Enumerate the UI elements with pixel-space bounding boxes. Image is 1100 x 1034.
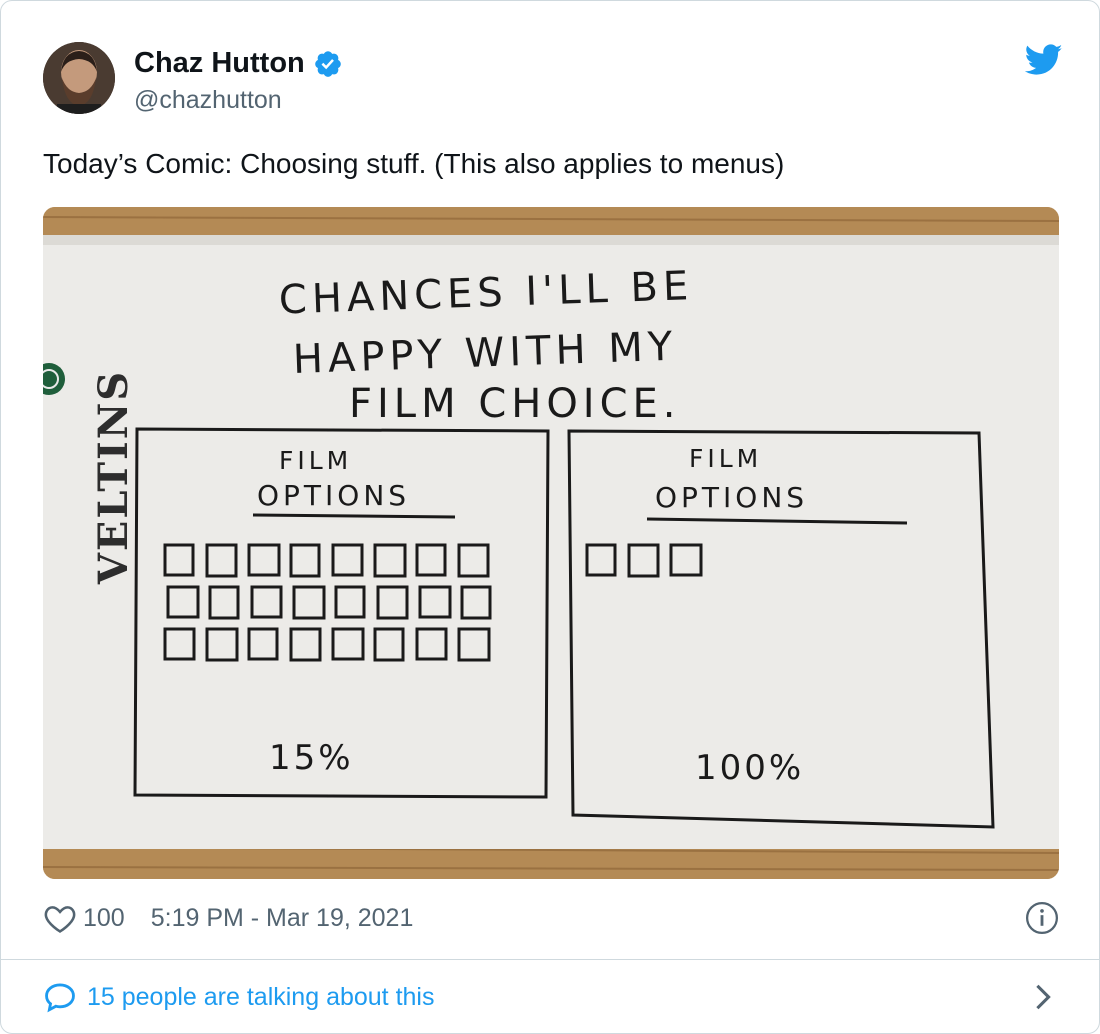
heart-icon[interactable] [43, 902, 77, 934]
tweet-meta: 100 5:19 PM - Mar 19, 2021 [43, 901, 1059, 935]
divider [1, 959, 1099, 960]
tweet-text: Today’s Comic: Choosing stuff. (This als… [43, 148, 785, 179]
author-name[interactable]: Chaz Hutton [134, 47, 305, 80]
speech-bubble-icon [45, 983, 75, 1013]
tweet-photo[interactable]: VELTINS CHANCES I'LL BE HAPPY WITH MY FI… [43, 207, 1059, 879]
left-label-line1: FILM [279, 446, 352, 475]
tweet-header: Chaz Hutton @chazhutton [43, 42, 1063, 118]
conversation-text[interactable]: 15 people are talking about this [87, 983, 434, 1012]
like-button[interactable]: 100 [43, 902, 125, 934]
author-row: Chaz Hutton [134, 47, 343, 80]
like-count: 100 [83, 903, 125, 932]
comic-drawing: VELTINS CHANCES I'LL BE HAPPY WITH MY FI… [43, 207, 1059, 879]
twitter-bird-icon[interactable] [1025, 44, 1063, 76]
right-label-line1: FILM [689, 444, 762, 473]
right-label-line2: OPTIONS [655, 481, 808, 514]
tweet-card: Chaz Hutton @chazhutton Today’s Comic: C… [0, 0, 1100, 1034]
right-percent: 100% [695, 748, 804, 788]
comic-title-line3: FILM CHOICE. [349, 381, 681, 427]
verified-badge-icon [314, 50, 341, 77]
brand-text: VELTINS [90, 370, 137, 585]
author-handle[interactable]: @chazhutton [134, 86, 282, 115]
info-icon[interactable] [1025, 901, 1059, 935]
tweet-timestamp[interactable]: 5:19 PM - Mar 19, 2021 [151, 904, 414, 933]
avatar[interactable] [43, 42, 115, 114]
left-percent: 15% [269, 738, 354, 778]
chevron-right-icon[interactable] [1033, 983, 1053, 1011]
left-label-line2: OPTIONS [257, 479, 410, 512]
conversation-link[interactable]: 15 people are talking about this [43, 979, 1059, 1015]
